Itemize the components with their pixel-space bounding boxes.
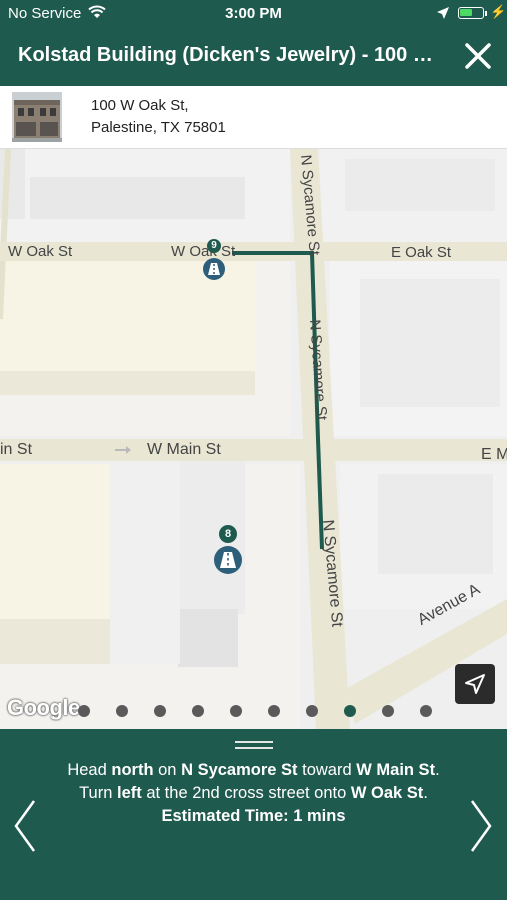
road-icon [208, 263, 220, 275]
pager-dot[interactable] [154, 705, 166, 717]
charging-bolt-icon: ⚡ [490, 4, 507, 19]
close-button[interactable] [462, 40, 494, 72]
map-canvas [0, 149, 507, 729]
building-thumbnail [12, 92, 62, 142]
pager-dot[interactable] [306, 705, 318, 717]
pager-dot[interactable] [382, 705, 394, 717]
battery-tip [485, 11, 487, 16]
map-view[interactable]: W Oak St W Oak St E Oak St in St W Main … [0, 149, 507, 729]
battery-icon [458, 7, 484, 19]
address-line-2: Palestine, TX 75801 [91, 119, 226, 136]
pager-dot[interactable] [192, 705, 204, 717]
directions-line-2: Turn left at the 2nd cross street onto W… [79, 784, 428, 802]
status-time: 3:00 PM [225, 5, 282, 22]
title-bar: Kolstad Building (Dicken's Jewelry) - 10… [0, 28, 507, 86]
street-label-e-main: E M [481, 446, 507, 463]
previous-step-button[interactable] [12, 799, 38, 853]
directions-panel: Head north on N Sycamore St toward W Mai… [0, 729, 507, 900]
step-8-number-badge: 8 [219, 525, 237, 543]
address-text: 100 W Oak St, Palestine, TX 75801 [91, 95, 226, 139]
pager-dot[interactable] [78, 705, 90, 717]
pager-dot[interactable] [344, 705, 356, 717]
chevron-right-icon [470, 800, 492, 852]
directions-text: Head north on N Sycamore St toward W Mai… [40, 759, 467, 828]
street-label-w-oak: W Oak St [8, 243, 73, 260]
step-8-marker[interactable] [214, 546, 242, 574]
pager-dot[interactable] [420, 705, 432, 717]
street-label-e-oak: E Oak St [391, 244, 452, 261]
pager-dot[interactable] [116, 705, 128, 717]
battery-level-fill [460, 9, 472, 16]
road-icon [220, 552, 236, 568]
street-label-main-left: in St [0, 441, 33, 458]
status-bar: No Service 3:00 PM ⚡ [0, 0, 507, 28]
next-step-button[interactable] [468, 799, 494, 853]
chevron-left-icon [14, 800, 36, 852]
address-row: 100 W Oak St, Palestine, TX 75801 [0, 86, 507, 149]
step-9-number-badge: 9 [207, 239, 221, 253]
step-9-marker[interactable] [203, 258, 225, 280]
navigation-arrow-icon [465, 674, 485, 694]
drawer-handle-icon[interactable] [235, 741, 273, 749]
address-line-1: 100 W Oak St, [91, 97, 189, 114]
pager-dot[interactable] [230, 705, 242, 717]
pager-dot[interactable] [268, 705, 280, 717]
directions-line-1: Head north on N Sycamore St toward W Mai… [67, 761, 440, 779]
close-icon [465, 43, 491, 69]
step-pager [0, 702, 507, 720]
recenter-location-button[interactable] [455, 664, 495, 704]
location-arrow-icon [436, 6, 450, 24]
page-title: Kolstad Building (Dicken's Jewelry) - 10… [18, 44, 438, 66]
estimated-time: Estimated Time: 1 mins [161, 807, 346, 825]
street-label-w-main: W Main St [147, 441, 221, 458]
